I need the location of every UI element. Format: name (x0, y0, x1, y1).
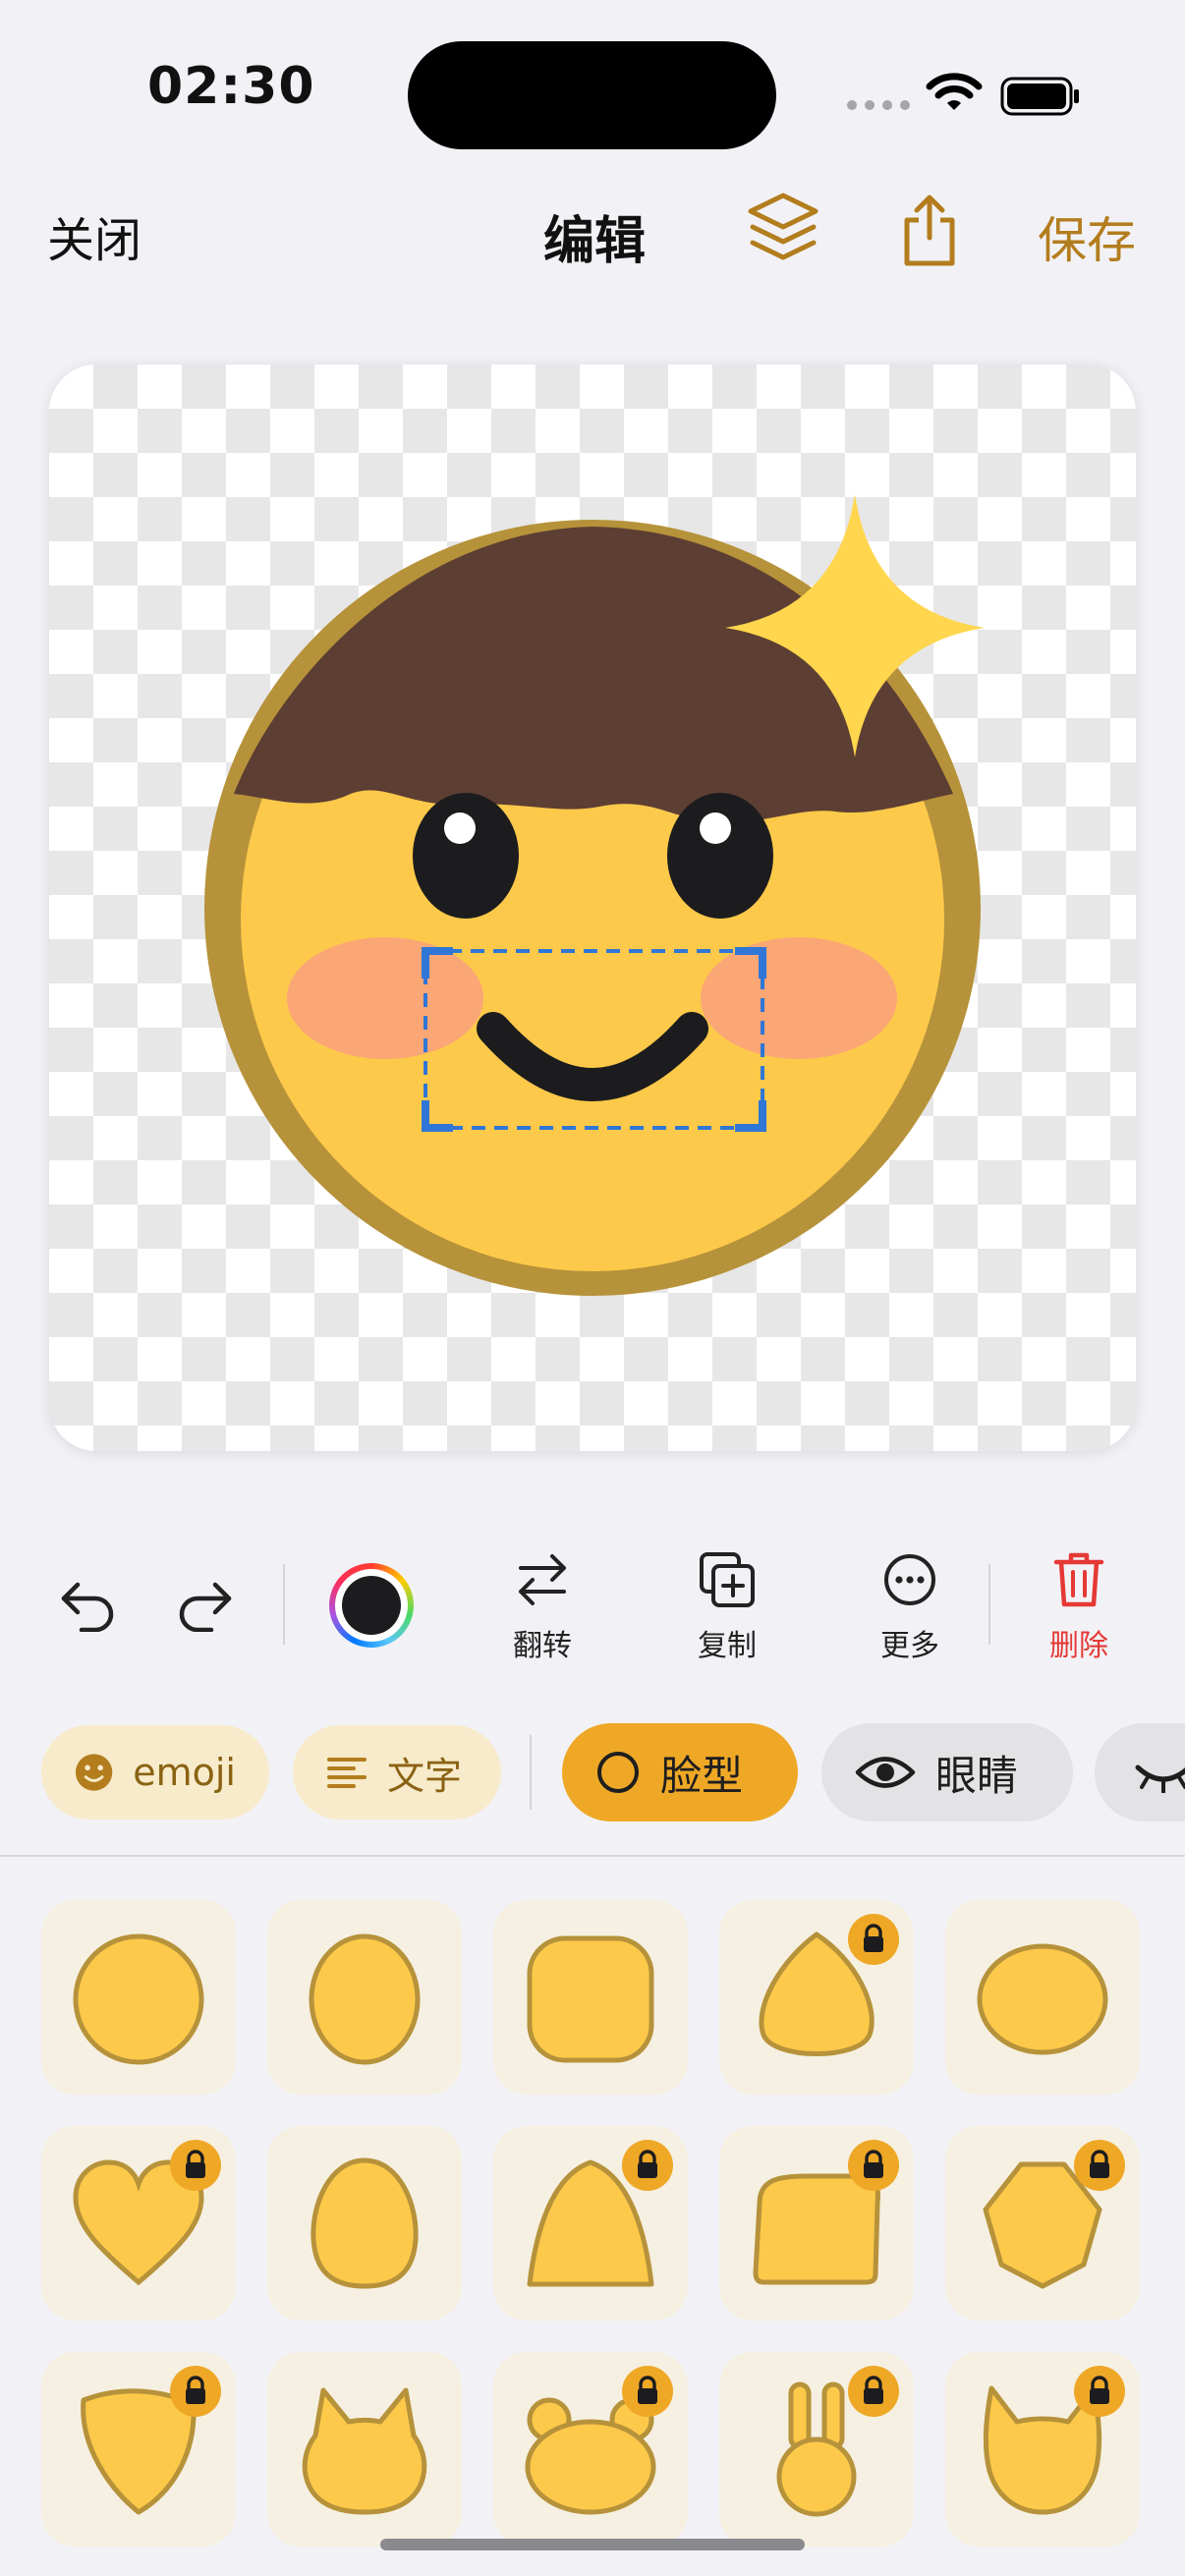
chip-divider (530, 1735, 532, 1810)
lock-icon (170, 2366, 221, 2417)
lock-icon (1074, 2366, 1125, 2417)
redo-button[interactable] (173, 1570, 238, 1639)
layers-icon[interactable] (747, 192, 819, 268)
lock-icon (622, 2140, 673, 2191)
right-blush[interactable] (701, 937, 897, 1059)
editing-canvas[interactable] (49, 364, 1136, 1451)
circle-shape-icon (73, 1933, 204, 2065)
tab-eyes-label: 眼睛 (935, 1751, 1019, 1800)
toolbar-divider (988, 1564, 990, 1645)
delete-label: 删除 (1049, 1629, 1108, 1663)
tab-text[interactable]: 文字 (293, 1725, 501, 1820)
tab-face-shape[interactable]: 脸型 (562, 1723, 798, 1821)
delete-button[interactable] (1045, 1547, 1112, 1612)
close-button[interactable]: 关闭 (47, 201, 141, 270)
rounded-square-shape-icon (527, 1935, 654, 2063)
duplicate-label: 复制 (698, 1629, 757, 1663)
duplicate-button[interactable] (694, 1547, 761, 1612)
circle-outline-icon (597, 1752, 639, 1793)
page-title: 编辑 (543, 212, 647, 271)
color-picker-button[interactable] (328, 1562, 415, 1649)
shape-option-rounded-square[interactable] (493, 1900, 688, 2095)
tab-emoji-label: emoji (133, 1751, 236, 1794)
shape-option-tall-egg[interactable] (267, 2126, 462, 2321)
right-eye[interactable] (667, 793, 773, 919)
save-button[interactable]: 保存 (1038, 201, 1136, 272)
more-label: 更多 (880, 1629, 939, 1663)
undo-icon (61, 1582, 114, 1632)
tab-face-shape-label: 脸型 (660, 1751, 744, 1800)
left-eye[interactable] (413, 793, 519, 919)
more-icon (884, 1554, 935, 1605)
lock-icon (622, 2366, 673, 2417)
smiley-icon (75, 1754, 113, 1791)
duplicate-icon (700, 1552, 755, 1607)
flip-button[interactable] (509, 1547, 576, 1612)
lock-icon (170, 2140, 221, 2191)
lock-icon (848, 2366, 899, 2417)
wide-oval-shape-icon (977, 1943, 1108, 2055)
shape-option-cat[interactable] (267, 2352, 462, 2547)
cat-shape-icon (302, 2387, 427, 2515)
toolbar-divider (283, 1564, 285, 1645)
lock-icon (848, 2140, 899, 2191)
oval-shape-icon (309, 1933, 421, 2065)
status-time: 02:30 (147, 57, 315, 116)
lock-icon (1074, 2140, 1125, 2191)
shape-option-wide-oval[interactable] (945, 1900, 1140, 2095)
emoji-artwork (204, 494, 985, 1296)
flip-icon (519, 1554, 566, 1605)
tab-emoji[interactable]: emoji (41, 1725, 269, 1820)
more-button[interactable] (876, 1547, 943, 1612)
redo-icon (179, 1582, 232, 1632)
flip-label: 翻转 (513, 1629, 572, 1663)
section-divider (0, 1855, 1185, 1857)
shape-option-circle[interactable] (41, 1900, 236, 2095)
color-wheel-icon (329, 1563, 414, 1648)
battery-icon (1000, 77, 1079, 116)
cellular-signal-icon (847, 100, 910, 110)
tab-text-label: 文字 (387, 1754, 463, 1798)
home-indicator (380, 2539, 805, 2550)
trash-icon (1053, 1552, 1104, 1607)
text-lines-icon (327, 1758, 367, 1788)
left-blush[interactable] (287, 937, 483, 1059)
tall-egg-shape-icon (310, 2157, 419, 2289)
lock-icon (848, 1914, 899, 1965)
current-color-swatch (342, 1576, 401, 1635)
closed-eye-lashes-icon (1135, 1764, 1185, 1793)
dynamic-island (408, 41, 776, 149)
shape-option-oval[interactable] (267, 1900, 462, 2095)
share-icon[interactable] (899, 193, 960, 269)
undo-button[interactable] (55, 1570, 120, 1639)
wifi-icon (926, 73, 983, 110)
tab-eyelashes[interactable] (1095, 1723, 1185, 1821)
tab-eyes[interactable]: 眼睛 (821, 1723, 1073, 1821)
eye-icon (855, 1757, 916, 1788)
